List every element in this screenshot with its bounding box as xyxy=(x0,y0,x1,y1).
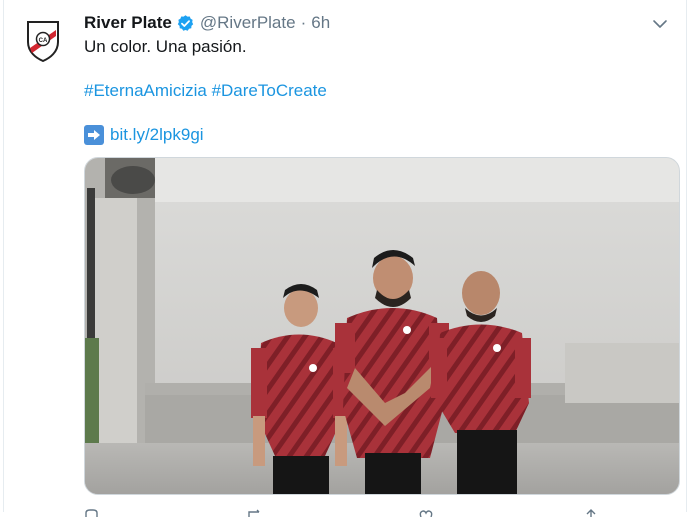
tweet[interactable]: River Plate @RiverPlate · 6h Un color. U… xyxy=(84,12,678,146)
photo-players-in-jerseys xyxy=(85,158,679,494)
share-icon[interactable] xyxy=(584,504,598,517)
tweet-header: River Plate @RiverPlate · 6h xyxy=(84,12,678,34)
tweet-photo[interactable] xyxy=(84,157,680,495)
timeline-border-left xyxy=(3,0,4,512)
right-arrow-emoji-icon xyxy=(84,125,104,145)
link-row: bit.ly/2lpk9gi xyxy=(84,124,678,146)
chevron-down-icon[interactable] xyxy=(652,16,668,32)
hashtag-line: #EternaAmicizia #DareToCreate xyxy=(84,80,678,102)
handle[interactable]: @RiverPlate xyxy=(200,13,296,33)
short-link[interactable]: bit.ly/2lpk9gi xyxy=(110,124,204,146)
tweet-text: Un color. Una pasión. xyxy=(84,37,247,56)
retweet-icon[interactable] xyxy=(248,504,262,517)
hashtag-link[interactable]: #EternaAmicizia xyxy=(84,81,207,100)
tweet-actions xyxy=(84,504,678,518)
avatar[interactable]: CA xyxy=(25,20,61,63)
svg-text:CA: CA xyxy=(39,38,48,44)
timeline-border-right xyxy=(686,0,687,512)
like-icon[interactable] xyxy=(419,504,433,518)
timestamp[interactable]: 6h xyxy=(311,13,330,33)
hashtag-link[interactable]: #DareToCreate xyxy=(212,81,327,100)
reply-icon[interactable] xyxy=(84,504,98,517)
river-plate-crest-icon: CA xyxy=(27,21,59,63)
separator-dot: · xyxy=(300,13,307,32)
verified-badge-icon xyxy=(176,14,195,33)
display-name[interactable]: River Plate xyxy=(84,13,172,33)
